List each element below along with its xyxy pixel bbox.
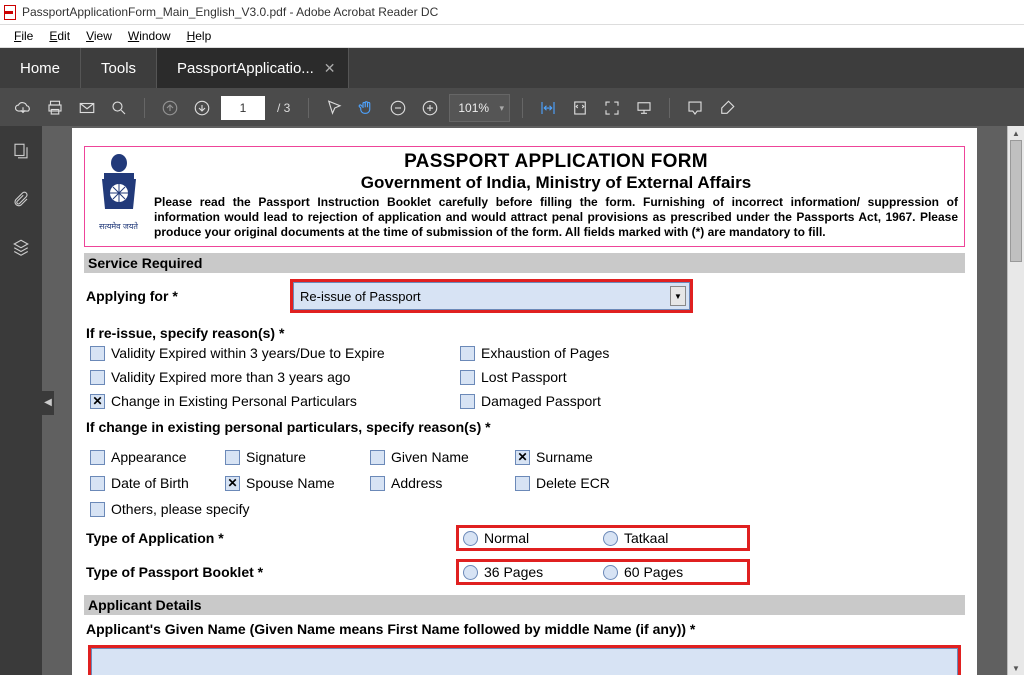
read-mode-icon[interactable]	[631, 95, 657, 121]
page-down-icon[interactable]	[189, 95, 215, 121]
given-name-input[interactable]	[91, 648, 958, 675]
page-total: / 3	[277, 101, 290, 115]
highlight-icon[interactable]	[714, 95, 740, 121]
checkbox-signature[interactable]	[225, 450, 240, 465]
zoom-out-icon[interactable]	[385, 95, 411, 121]
pdf-page: सत्यमेव जयते PASSPORT APPLICATION FORM G…	[72, 128, 977, 675]
checkbox-change-particulars[interactable]	[90, 394, 105, 409]
menu-window[interactable]: Window	[120, 27, 179, 45]
menu-bar: File Edit View Window Help	[0, 25, 1024, 48]
checkbox-lost[interactable]	[460, 370, 475, 385]
radio-tatkaal[interactable]	[603, 531, 618, 546]
layers-icon[interactable]	[8, 234, 34, 260]
page-number-input[interactable]	[221, 96, 265, 120]
zoom-in-icon[interactable]	[417, 95, 443, 121]
attachments-icon[interactable]	[8, 186, 34, 212]
navigation-sidebar	[0, 126, 42, 675]
separator	[144, 98, 145, 118]
checkbox-exhaustion[interactable]	[460, 346, 475, 361]
checkbox-validity-more3y[interactable]	[90, 370, 105, 385]
checkbox-others[interactable]	[90, 502, 105, 517]
document-viewport[interactable]: सत्यमेव जयते PASSPORT APPLICATION FORM G…	[42, 126, 1007, 675]
menu-view[interactable]: View	[78, 27, 120, 45]
tab-home[interactable]: Home	[0, 48, 81, 88]
checkbox-address[interactable]	[370, 476, 385, 491]
checkbox-spouse[interactable]	[225, 476, 240, 491]
section-applicant-details: Applicant Details	[84, 595, 965, 615]
booklet-label: Type of Passport Booklet *	[86, 564, 456, 580]
separator	[669, 98, 670, 118]
tab-bar: Home Tools PassportApplicatio... ✕	[0, 48, 1024, 88]
menu-file[interactable]: File	[6, 27, 41, 45]
scroll-thumb[interactable]	[1010, 140, 1022, 262]
form-title: PASSPORT APPLICATION FORM	[154, 151, 958, 173]
checkbox-dob[interactable]	[90, 476, 105, 491]
comment-icon[interactable]	[682, 95, 708, 121]
fit-page-icon[interactable]	[567, 95, 593, 121]
emblem-icon: सत्यमेव जयते	[91, 151, 146, 240]
form-subtitle: Government of India, Ministry of Externa…	[154, 173, 958, 193]
applying-for-select[interactable]: Re-issue of Passport ▼	[293, 282, 690, 310]
hand-tool-icon[interactable]	[353, 95, 379, 121]
tab-document[interactable]: PassportApplicatio... ✕	[157, 48, 348, 88]
close-icon[interactable]: ✕	[324, 60, 336, 77]
print-icon[interactable]	[42, 95, 68, 121]
type-application-label: Type of Application *	[86, 530, 456, 546]
checkbox-appearance[interactable]	[90, 450, 105, 465]
checkbox-validity-3y[interactable]	[90, 346, 105, 361]
selection-icon[interactable]	[321, 95, 347, 121]
main-toolbar: / 3 101%	[0, 88, 1024, 128]
window-titlebar: PassportApplicationForm_Main_English_V3.…	[0, 0, 1024, 25]
tab-tools[interactable]: Tools	[81, 48, 157, 88]
particulars-label: If change in existing personal particula…	[84, 413, 965, 439]
menu-edit[interactable]: Edit	[41, 27, 78, 45]
scroll-up-icon[interactable]: ▲	[1008, 126, 1024, 140]
window-title: PassportApplicationForm_Main_English_V3.…	[22, 5, 438, 19]
checkbox-delete-ecr[interactable]	[515, 476, 530, 491]
pdf-file-icon	[4, 5, 18, 19]
given-name-label: Applicant's Given Name (Given Name means…	[84, 615, 965, 641]
checkbox-given-name[interactable]	[370, 450, 385, 465]
form-disclaimer: Please read the Passport Instruction Boo…	[154, 195, 958, 240]
chevron-down-icon: ▼	[670, 286, 686, 306]
applying-for-label: Applying for *	[86, 288, 286, 304]
vertical-scrollbar[interactable]: ▲ ▼	[1007, 126, 1024, 675]
form-header-box: सत्यमेव जयते PASSPORT APPLICATION FORM G…	[84, 146, 965, 247]
tab-document-label: PassportApplicatio...	[177, 60, 314, 77]
radio-normal[interactable]	[463, 531, 478, 546]
menu-help[interactable]: Help	[179, 27, 220, 45]
separator	[308, 98, 309, 118]
fit-width-icon[interactable]	[535, 95, 561, 121]
scroll-down-icon[interactable]: ▼	[1008, 661, 1024, 675]
radio-60pages[interactable]	[603, 565, 618, 580]
section-service-required: Service Required	[84, 253, 965, 273]
separator	[522, 98, 523, 118]
fullscreen-icon[interactable]	[599, 95, 625, 121]
save-cloud-icon[interactable]	[10, 95, 36, 121]
thumbnails-icon[interactable]	[8, 138, 34, 164]
reissue-reason-label: If re-issue, specify reason(s) *	[84, 319, 965, 345]
page-up-icon[interactable]	[157, 95, 183, 121]
mail-icon[interactable]	[74, 95, 100, 121]
zoom-select[interactable]: 101%	[449, 94, 510, 122]
search-icon[interactable]	[106, 95, 132, 121]
checkbox-damaged[interactable]	[460, 394, 475, 409]
checkbox-surname[interactable]	[515, 450, 530, 465]
radio-36pages[interactable]	[463, 565, 478, 580]
